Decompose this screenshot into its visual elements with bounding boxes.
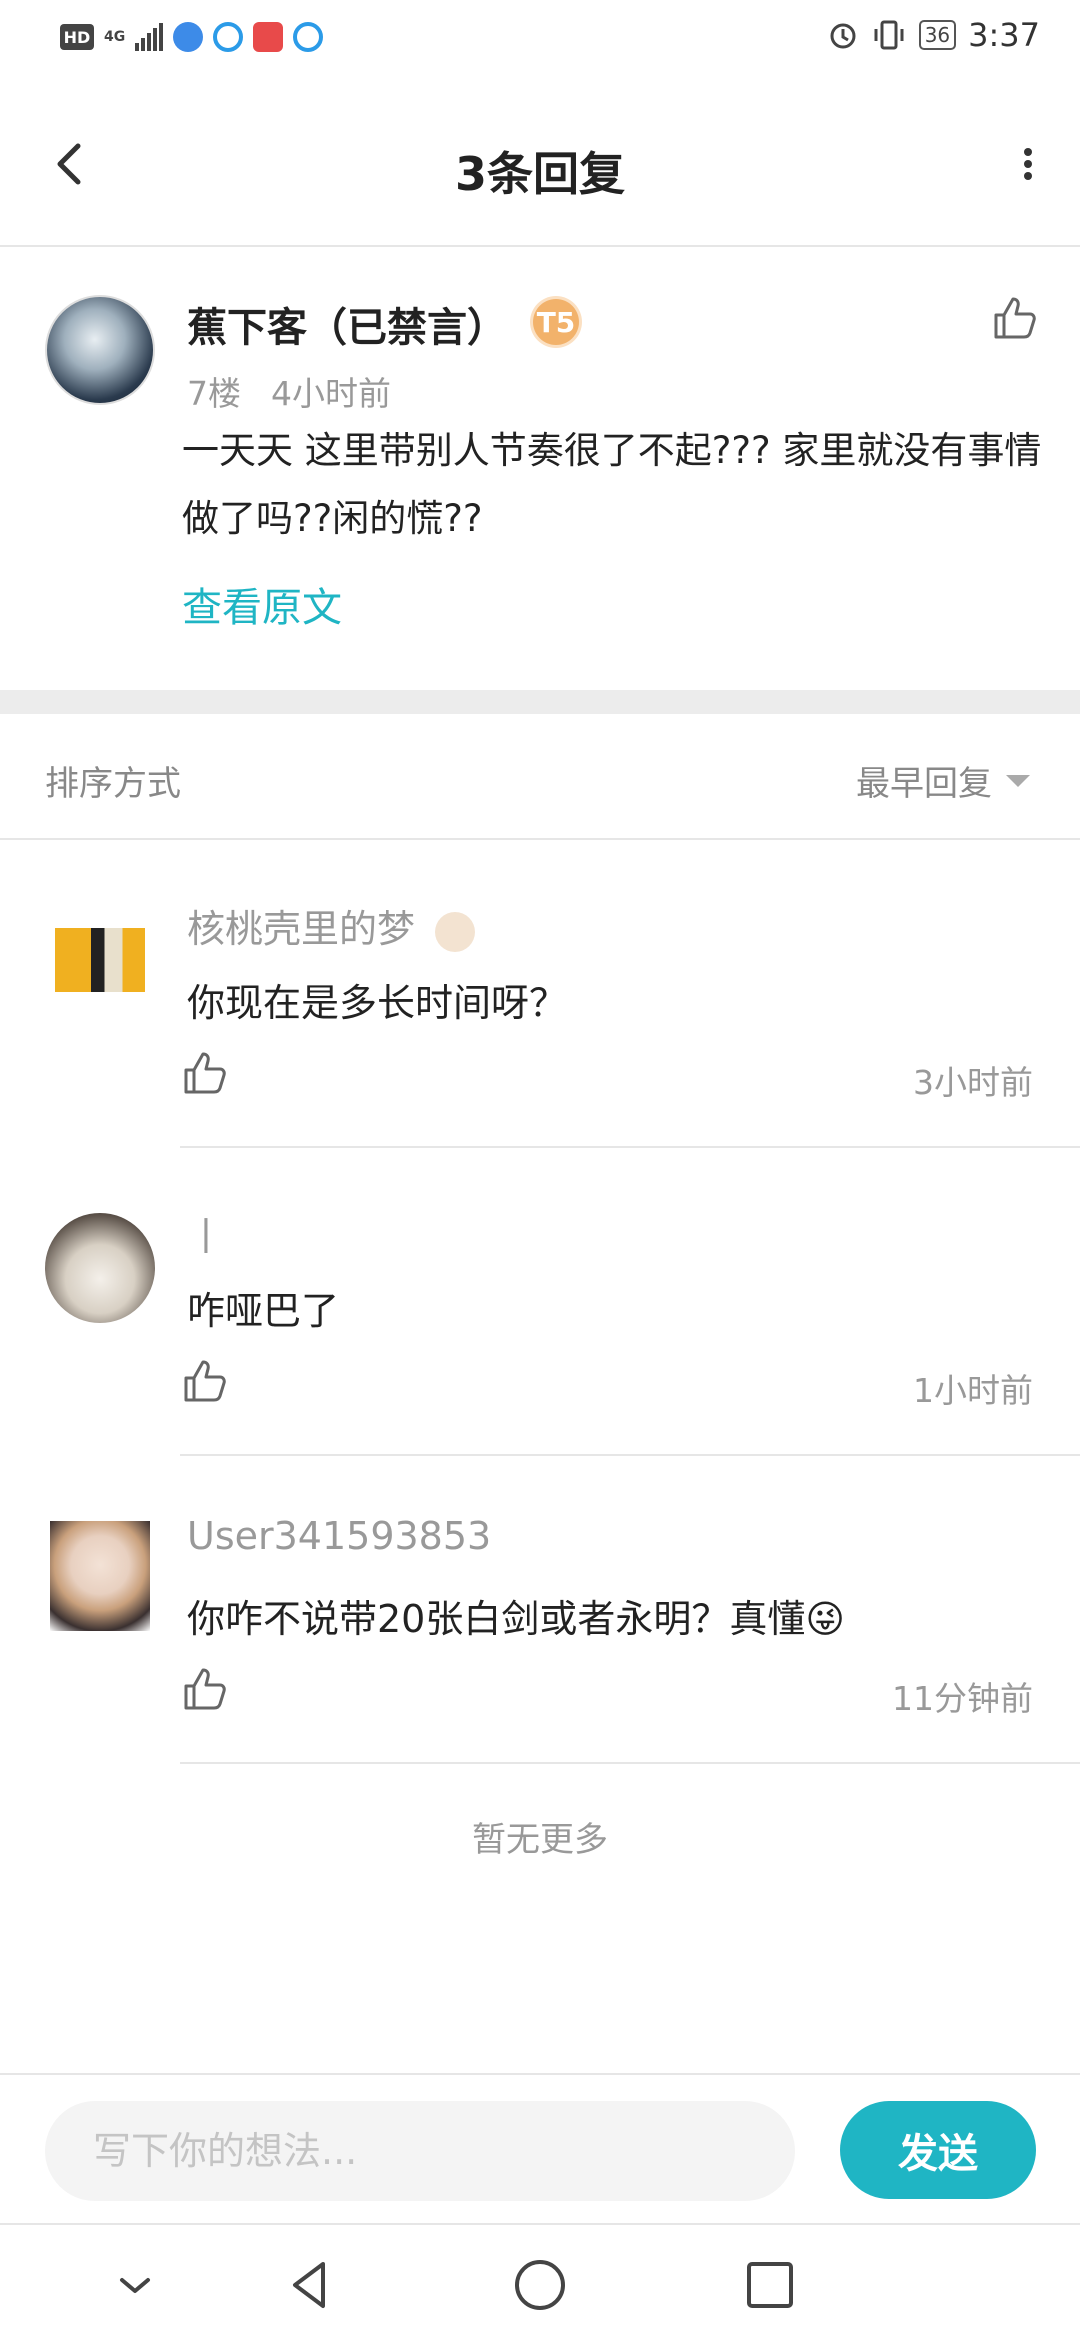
send-button[interactable]: 发送	[840, 2101, 1036, 2199]
reply-text: 你咋不说带20张白剑或者永明？真懂😜	[187, 1597, 845, 1641]
reply-username[interactable]: User341593853	[187, 1514, 491, 1558]
square-recents-icon	[747, 2262, 793, 2308]
reply-text: 咋哑巴了	[187, 1289, 340, 1333]
back-nav-button[interactable]	[275, 2250, 345, 2320]
home-nav-button[interactable]	[505, 2250, 575, 2320]
thumbs-up-icon	[184, 1360, 226, 1402]
section-divider	[0, 690, 1080, 714]
avatar[interactable]	[50, 1521, 150, 1631]
circle-home-icon	[515, 2260, 565, 2310]
hd-icon: HD	[60, 24, 94, 50]
avatar[interactable]	[45, 295, 155, 405]
signal-icon	[135, 23, 164, 51]
chevron-down-icon	[120, 2278, 150, 2293]
more-options-button[interactable]	[990, 134, 1050, 194]
sort-dropdown[interactable]: 最早回复	[856, 756, 1030, 805]
avatar[interactable]	[55, 928, 145, 992]
clock: 3:37	[968, 16, 1040, 54]
no-more-text: 暂无更多	[472, 1820, 608, 1860]
reply-like-button[interactable]	[180, 1664, 230, 1714]
avatar[interactable]	[45, 1213, 155, 1323]
reply-item: User341593853 你咋不说带20张白剑或者永明？真懂😜 11分钟前	[0, 1456, 1080, 1764]
reply-item: 核桃壳里的梦 你现在是多长时间呀？ 3小时前	[0, 840, 1080, 1148]
reply-username[interactable]: 丨	[187, 1206, 225, 1261]
page-title: 3条回复	[454, 147, 625, 201]
sort-value: 最早回复	[856, 764, 992, 804]
thumbs-up-icon	[184, 1668, 226, 1710]
comment-bar: 发送	[0, 2073, 1080, 2225]
post-username[interactable]: 蕉下客（已禁言）	[187, 295, 507, 353]
network-type: 4G	[104, 29, 126, 45]
reply-like-button[interactable]	[180, 1356, 230, 1406]
reply-username: 核桃壳里的梦	[187, 907, 416, 951]
app-notification-icon-2	[293, 22, 324, 52]
reply-time: 1小时前	[913, 1371, 1033, 1410]
post-meta: 7楼 4小时前	[187, 367, 421, 415]
post-floor: 7楼	[187, 374, 241, 413]
status-bar: HD 4G 36 3:37	[0, 0, 1080, 82]
battery-level: 36	[918, 20, 957, 50]
level-badge: T5	[533, 299, 579, 345]
comment-input[interactable]	[45, 2101, 795, 2201]
browser-app-icon	[173, 22, 204, 52]
reply-item: 丨 咋哑巴了 1小时前	[0, 1148, 1080, 1456]
recents-nav-button[interactable]	[735, 2250, 805, 2320]
book-app-icon	[253, 22, 284, 52]
thumbs-up-icon	[994, 297, 1036, 339]
reply-time: 11分钟前	[892, 1679, 1033, 1718]
more-vertical-icon	[1024, 148, 1032, 180]
user-badge-icon	[435, 911, 476, 952]
nav-header: 3条回复	[0, 82, 1080, 247]
sort-row: 排序方式 最早回复	[0, 714, 1080, 840]
caret-down-icon	[1006, 774, 1030, 787]
post-time: 4小时前	[271, 374, 391, 413]
alarm-icon	[830, 23, 856, 49]
hide-keyboard-button[interactable]	[100, 2250, 170, 2320]
system-nav-bar	[0, 2225, 1080, 2340]
view-original-link[interactable]: 查看原文	[182, 575, 342, 633]
vibrate-icon	[874, 20, 904, 50]
thumbs-up-icon	[184, 1052, 226, 1094]
app-notification-icon	[213, 22, 244, 52]
reply-like-button[interactable]	[180, 1048, 230, 1098]
post-text: 一天天 这里带别人节奏很了不起??? 家里就没有事情做了吗??闲的慌??	[182, 429, 1042, 540]
post-like-button[interactable]	[990, 293, 1040, 343]
original-post: 蕉下客（已禁言） T5 7楼 4小时前 一天天 这里带别人节奏很了不起??? 家里…	[0, 247, 1080, 690]
sort-label: 排序方式	[45, 764, 181, 804]
reply-time: 3小时前	[913, 1063, 1033, 1102]
triangle-back-icon	[293, 2262, 325, 2308]
reply-text: 你现在是多长时间呀？	[187, 981, 568, 1025]
divider	[180, 1762, 1080, 1764]
